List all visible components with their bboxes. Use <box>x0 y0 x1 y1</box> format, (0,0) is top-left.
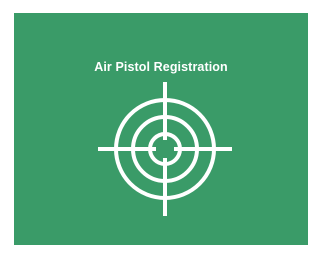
tile-title: Air Pistol Registration <box>94 60 228 74</box>
air-pistol-registration-tile[interactable]: Air Pistol Registration <box>14 13 308 245</box>
crosshair-target-icon <box>98 82 232 216</box>
